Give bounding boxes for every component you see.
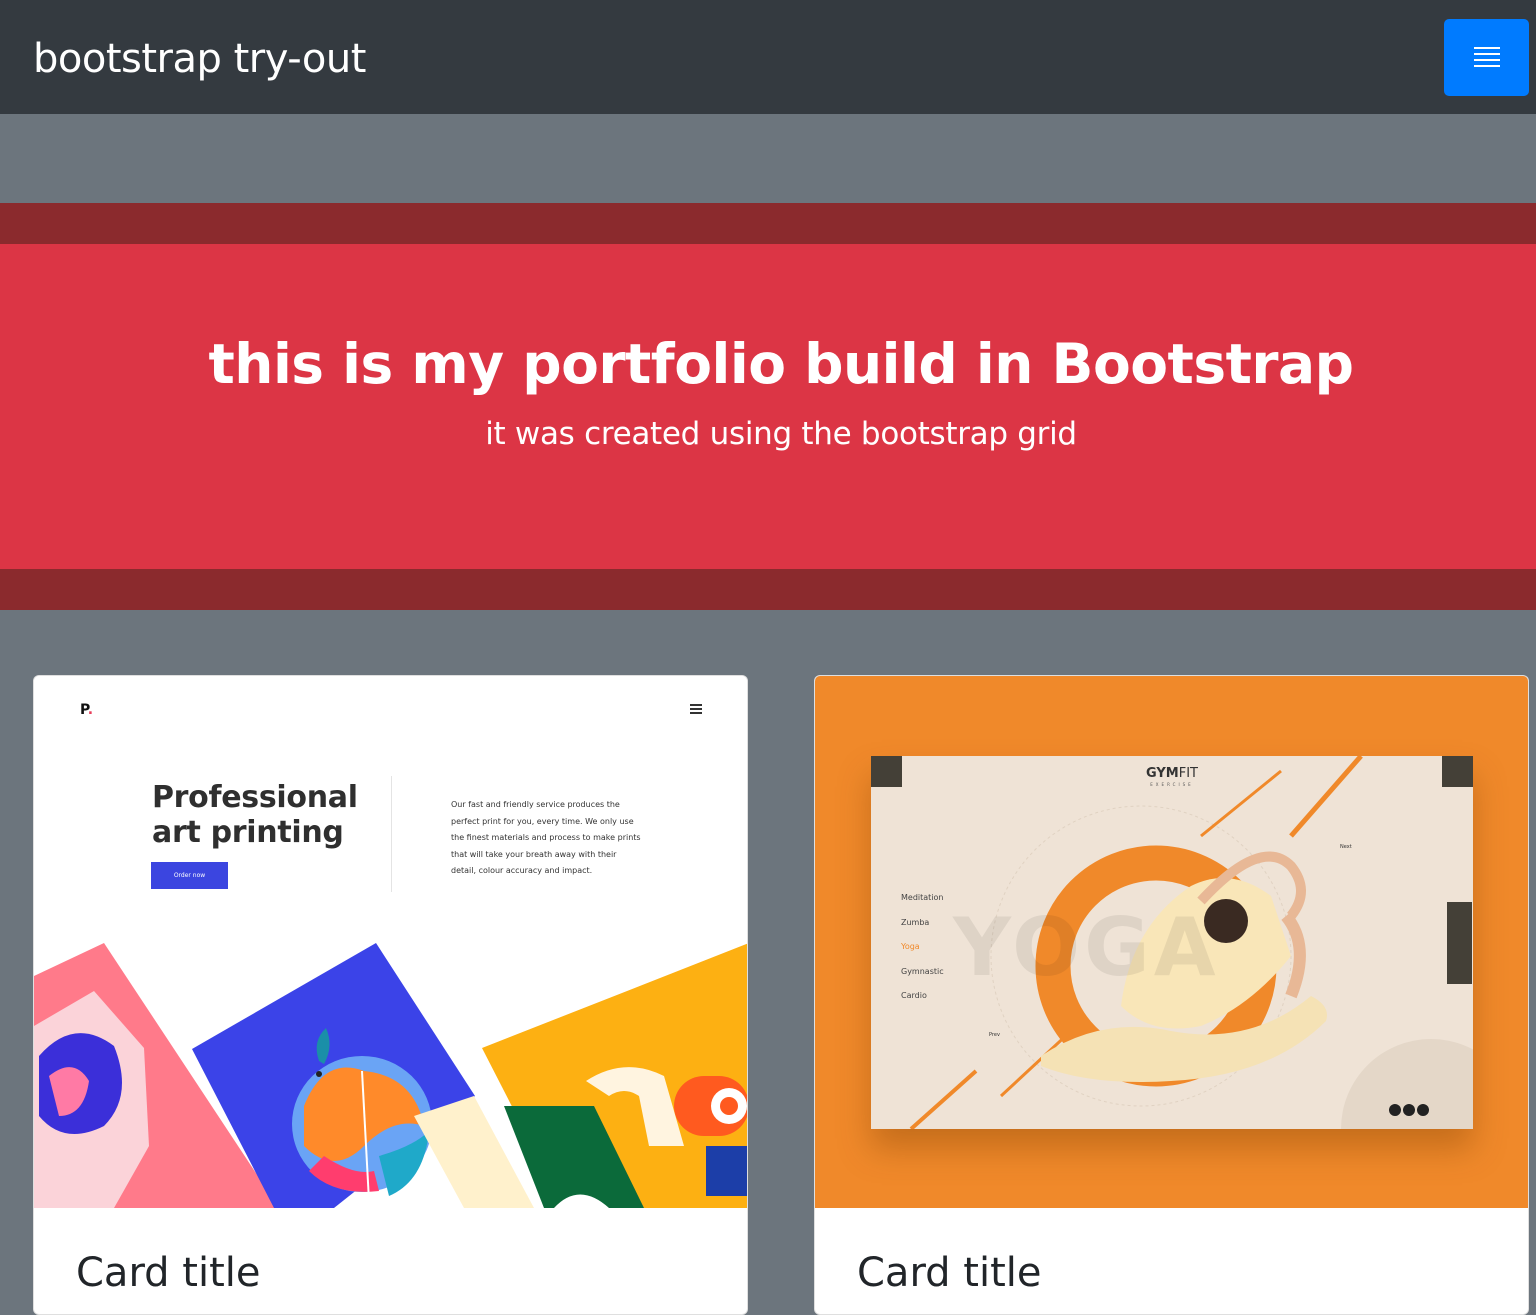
- navbar-brand[interactable]: bootstrap try-out: [33, 34, 366, 84]
- card-title: Card title: [76, 1250, 261, 1296]
- navbar: bootstrap try-out: [0, 0, 1536, 114]
- gymfit-logo: GYMFIT: [1145, 766, 1198, 781]
- gymfit-screen: YOGA GYMFIT EXERCISE Meditation Zumba Yo…: [871, 756, 1473, 1129]
- portfolio-card: YOGA GYMFIT EXERCISE Meditation Zumba Yo…: [814, 675, 1529, 1315]
- gymfit-logo-subtitle: EXERCISE: [1150, 782, 1194, 787]
- card-image-gymfit[interactable]: YOGA GYMFIT EXERCISE Meditation Zumba Yo…: [815, 676, 1528, 1208]
- hero-jumbotron: this is my portfolio build in Bootstrap …: [0, 244, 1536, 569]
- portfolio-card: P. Professional art printing Our fast an…: [33, 675, 748, 1315]
- hamburger-icon: [1474, 47, 1500, 49]
- art-illustration: [34, 943, 747, 1208]
- background-word: YOGA: [953, 901, 1220, 994]
- gymfit-nav: Meditation Zumba Yoga Gymnastic Cardio: [901, 893, 944, 1000]
- next-label: Next: [1340, 844, 1352, 850]
- social-icons: [1389, 1101, 1431, 1120]
- facebook-icon: [1389, 1104, 1401, 1116]
- navbar-toggler-button[interactable]: [1444, 19, 1529, 96]
- hero-heading: this is my portfolio build in Bootstrap: [208, 332, 1354, 396]
- hero-subheading: it was created using the bootstrap grid: [485, 416, 1077, 452]
- prev-label: Prev: [989, 1032, 1000, 1038]
- instagram-icon: [1417, 1104, 1429, 1116]
- card-image-art-printing[interactable]: P. Professional art printing Our fast an…: [34, 676, 747, 1208]
- learn-more-button: [1447, 902, 1472, 984]
- twitter-icon: [1403, 1104, 1415, 1116]
- card-title: Card title: [857, 1250, 1042, 1296]
